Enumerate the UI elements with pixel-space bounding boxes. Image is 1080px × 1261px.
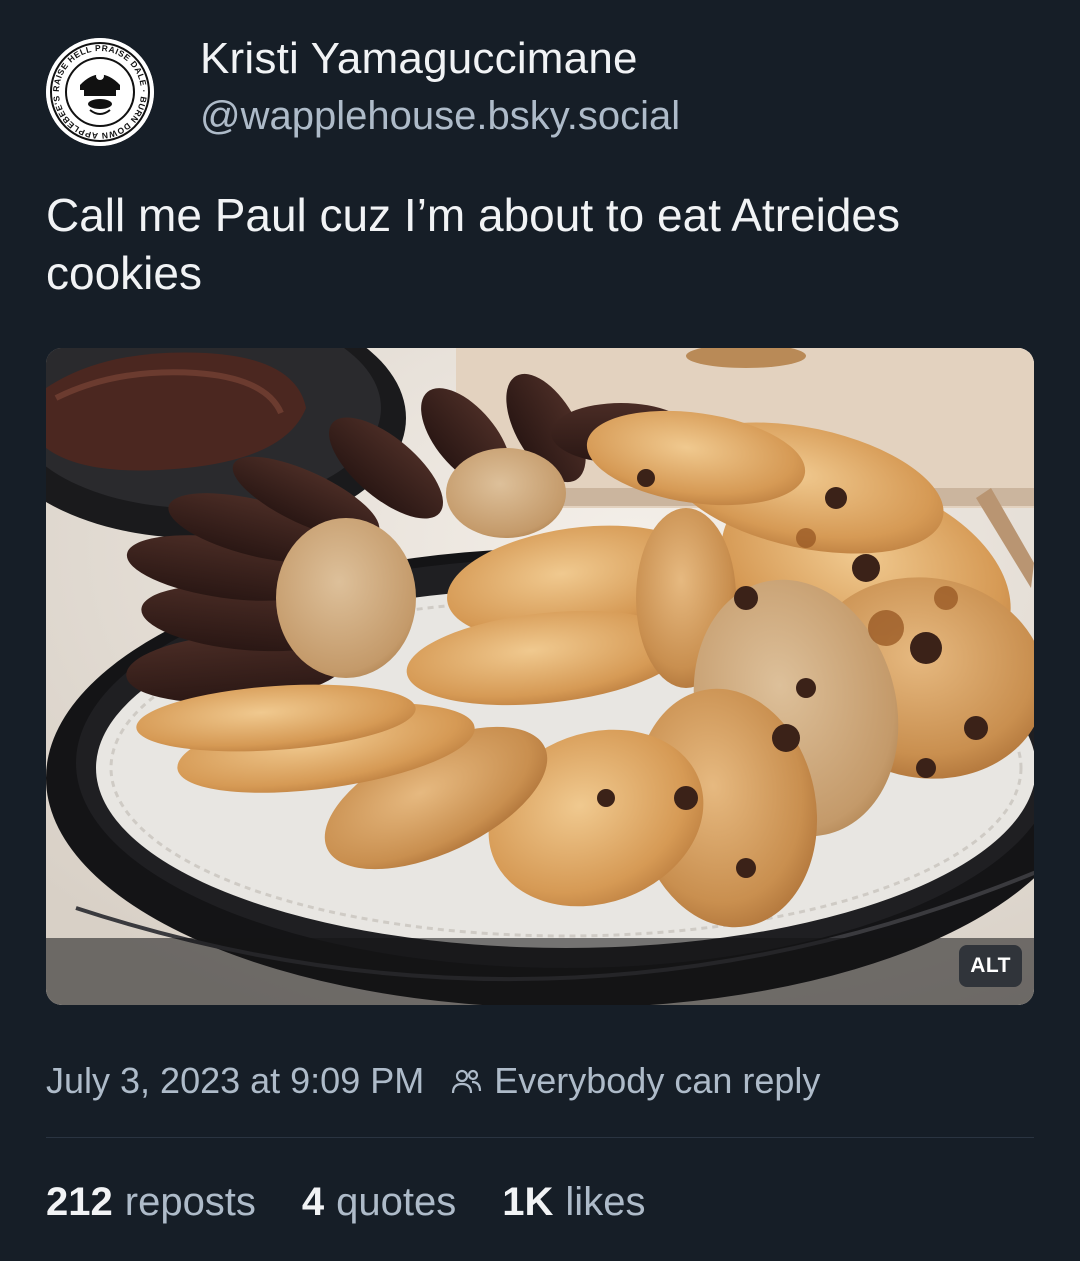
author-handle[interactable]: @wapplehouse.bsky.social bbox=[200, 94, 680, 139]
people-icon bbox=[450, 1065, 482, 1097]
reposts-count: 212 bbox=[46, 1180, 113, 1224]
quotes-stat[interactable]: 4 quotes bbox=[302, 1180, 456, 1225]
likes-count: 1K bbox=[502, 1180, 554, 1224]
alt-text-button[interactable]: ALT bbox=[959, 945, 1022, 987]
post-text: Call me Paul cuz I’m about to eat Atreid… bbox=[46, 189, 900, 299]
likes-stat[interactable]: 1K likes bbox=[502, 1180, 645, 1225]
quotes-label: quotes bbox=[336, 1180, 457, 1224]
author-avatar[interactable]: RAISE HELL PRAISE DALE · BURN DOWN APPLE… bbox=[46, 38, 154, 146]
reposts-label: reposts bbox=[124, 1180, 256, 1224]
post-image[interactable]: ALT bbox=[46, 348, 1034, 1005]
likes-label: likes bbox=[565, 1180, 646, 1224]
engagement-stats: 212 reposts 4 quotes 1K likes bbox=[46, 1180, 691, 1225]
divider bbox=[46, 1137, 1034, 1138]
cookie-platter-photo bbox=[46, 348, 1034, 1005]
reposts-stat[interactable]: 212 reposts bbox=[46, 1180, 256, 1225]
avatar-image: RAISE HELL PRAISE DALE · BURN DOWN APPLE… bbox=[46, 38, 154, 146]
post-meta: July 3, 2023 at 9:09 PM Everybody can re… bbox=[46, 1056, 820, 1106]
author-display-name[interactable]: Kristi Yamaguccimane bbox=[200, 34, 638, 84]
quotes-count: 4 bbox=[301, 1180, 325, 1224]
reply-setting-label: Everybody can reply bbox=[494, 1060, 821, 1101]
post-thread-item: RAISE HELL PRAISE DALE · BURN DOWN APPLE… bbox=[0, 0, 1080, 1261]
post-timestamp[interactable]: July 3, 2023 at 9:09 PM bbox=[46, 1060, 424, 1102]
